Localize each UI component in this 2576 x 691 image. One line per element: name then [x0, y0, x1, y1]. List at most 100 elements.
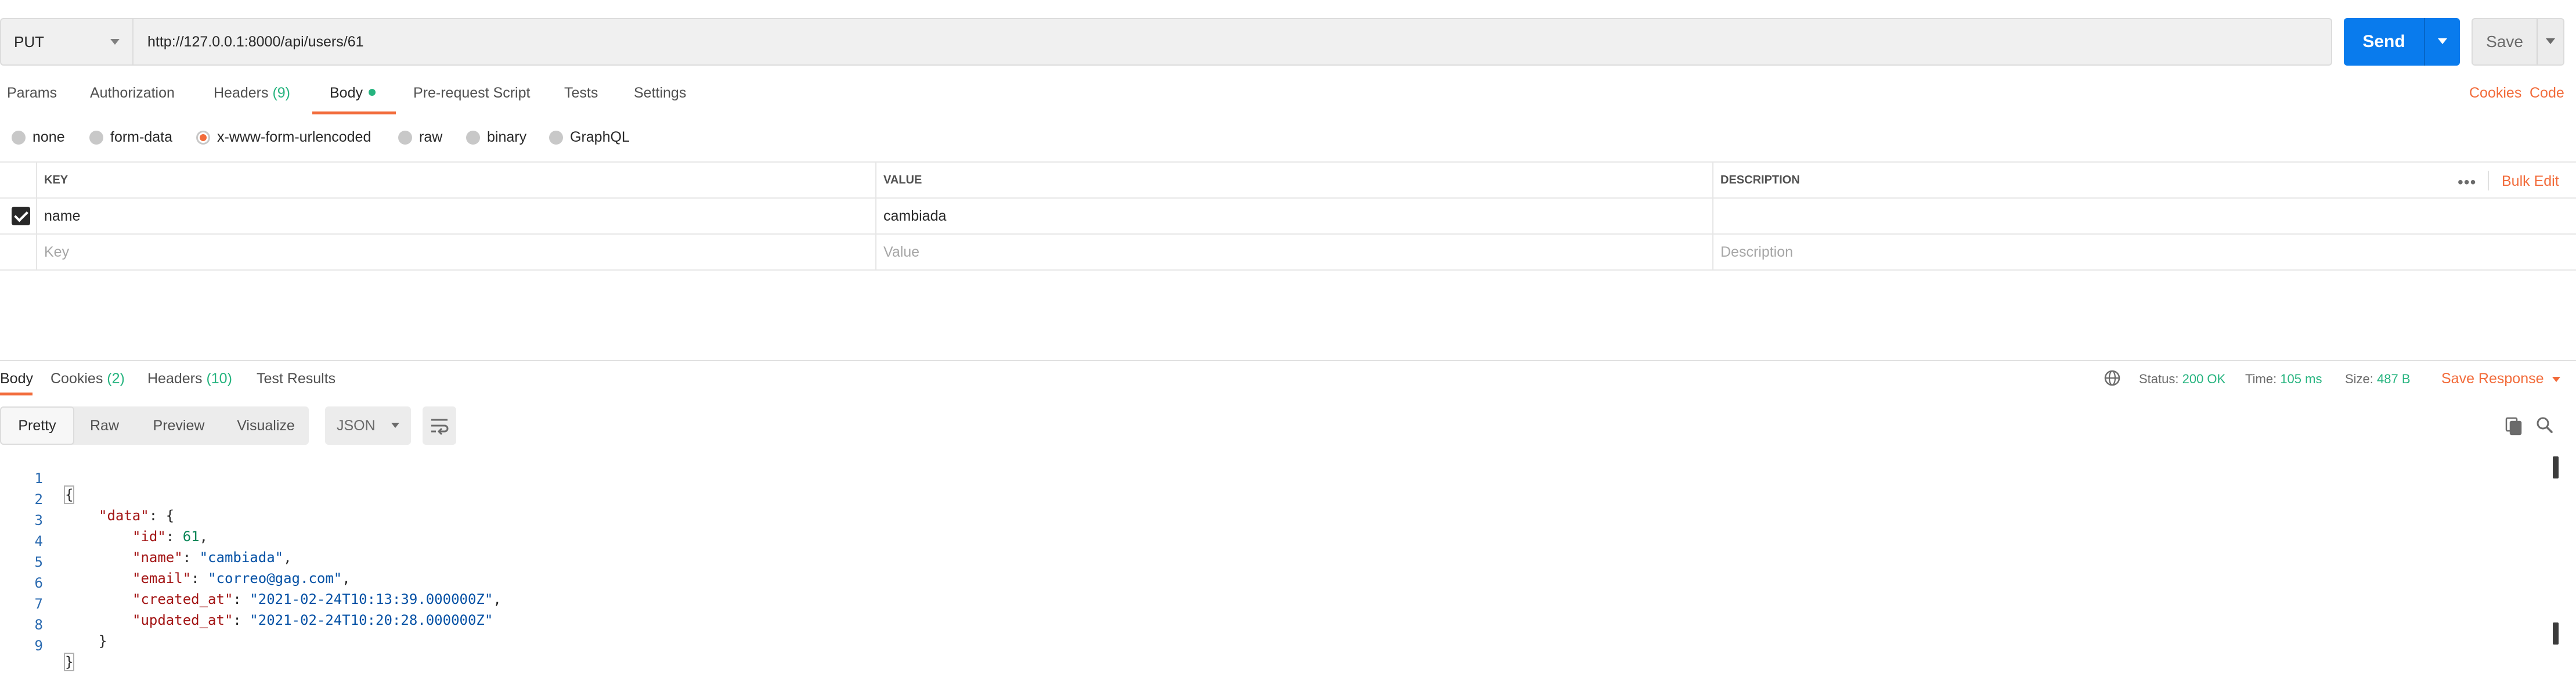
- column-header-value: VALUE: [875, 163, 1712, 197]
- send-options-chevron-icon[interactable]: [2425, 18, 2460, 66]
- response-view-toolbar: Pretty Raw Preview Visualize JSON: [0, 406, 2576, 447]
- column-header-key: KEY: [36, 163, 875, 197]
- row-enabled-checkbox[interactable]: [12, 207, 30, 225]
- response-tab-headers[interactable]: Headers (10): [147, 370, 232, 387]
- new-value-input[interactable]: Value: [875, 235, 1712, 269]
- save-options-chevron-icon[interactable]: [2538, 19, 2564, 64]
- more-options-icon[interactable]: •••: [2458, 173, 2476, 192]
- row-key-cell[interactable]: name: [36, 199, 875, 233]
- header-separator: [2488, 171, 2489, 190]
- wrap-lines-button[interactable]: [423, 406, 456, 445]
- tab-settings[interactable]: Settings: [634, 85, 686, 102]
- response-size: Size: 487 B: [2345, 372, 2411, 387]
- radio-unchecked-icon: [89, 130, 103, 145]
- time-label: Time:: [2245, 372, 2277, 386]
- row-value-cell[interactable]: cambiada: [875, 199, 1712, 233]
- tab-tests[interactable]: Tests: [564, 85, 598, 102]
- response-tab-headers-label: Headers: [147, 370, 203, 387]
- chevron-down-icon: [391, 423, 399, 428]
- body-type-selector: none form-data x-www-form-urlencoded raw…: [0, 127, 2576, 150]
- radio-form-data-label: form-data: [110, 129, 172, 145]
- send-button[interactable]: Send: [2344, 18, 2424, 66]
- body-modified-dot-icon: [368, 89, 376, 96]
- response-active-tab-indicator: [0, 393, 33, 395]
- tab-headers-label: Headers: [214, 85, 269, 101]
- chevron-down-icon: [110, 39, 120, 45]
- radio-graphql[interactable]: GraphQL: [549, 129, 630, 146]
- code-text: }: [63, 653, 75, 671]
- url-input[interactable]: http://127.0.0.1:8000/api/users/61: [132, 18, 2332, 66]
- radio-form-data[interactable]: form-data: [89, 129, 172, 146]
- response-tabs: Body Cookies (2) Headers (10) Test Resul…: [0, 360, 2576, 397]
- new-key-input[interactable]: Key: [36, 235, 875, 269]
- json-brace: }: [63, 653, 75, 671]
- response-tab-cookies[interactable]: Cookies (2): [50, 370, 125, 387]
- code-line: 9 }: [0, 621, 2554, 671]
- radio-raw-label: raw: [419, 129, 443, 145]
- view-preview-button[interactable]: Preview: [135, 406, 223, 445]
- format-value: JSON: [337, 417, 376, 434]
- method-value: PUT: [14, 33, 44, 51]
- tab-params[interactable]: Params: [7, 85, 57, 102]
- response-tab-body[interactable]: Body: [0, 370, 33, 387]
- copy-icon[interactable]: [2504, 416, 2524, 437]
- view-pretty-button[interactable]: Pretty: [0, 406, 74, 445]
- tab-headers[interactable]: Headers (9): [214, 85, 290, 102]
- new-description-input[interactable]: Description: [1712, 235, 2576, 269]
- radio-binary-label: binary: [487, 129, 527, 145]
- status-label: Status:: [2139, 372, 2179, 386]
- active-tab-indicator: [312, 111, 396, 114]
- save-button-group: Save: [2472, 18, 2564, 66]
- size-label: Size:: [2345, 372, 2373, 386]
- radio-urlencoded-label: x-www-form-urlencoded: [217, 129, 371, 145]
- tab-pre-request-script[interactable]: Pre-request Script: [413, 85, 530, 102]
- line-number: 9: [34, 638, 43, 654]
- radio-unchecked-icon: [12, 130, 26, 145]
- header-checkbox-cell: [0, 163, 36, 197]
- response-body-code[interactable]: 1 { 2 "data": { 3 "id": 61, 4 "name": "c…: [0, 454, 2576, 686]
- code-link[interactable]: Code: [2530, 85, 2564, 102]
- tab-authorization[interactable]: Authorization: [90, 85, 175, 102]
- scrollbar-thumb[interactable]: [2553, 622, 2559, 645]
- radio-raw[interactable]: raw: [398, 129, 442, 146]
- method-select[interactable]: PUT: [0, 18, 132, 66]
- view-mode-group: Pretty Raw Preview Visualize: [0, 406, 309, 445]
- time-value: 105 ms: [2280, 372, 2322, 386]
- chevron-down-icon: [2552, 376, 2560, 382]
- view-visualize-button[interactable]: Visualize: [223, 406, 309, 445]
- body-params-table: KEY VALUE DESCRIPTION ••• Bulk Edit name…: [0, 161, 2576, 271]
- tab-body[interactable]: Body: [330, 85, 376, 102]
- radio-unchecked-icon: [466, 130, 480, 145]
- format-select[interactable]: JSON: [325, 406, 411, 445]
- radio-x-www-form-urlencoded[interactable]: x-www-form-urlencoded: [196, 129, 371, 146]
- size-value: 487 B: [2377, 372, 2411, 386]
- send-button-group: Send: [2344, 18, 2460, 66]
- request-tabs: Params Authorization Headers (9) Body Pr…: [0, 81, 2576, 116]
- radio-unchecked-icon: [549, 130, 563, 145]
- radio-binary[interactable]: binary: [466, 129, 526, 146]
- cookies-link[interactable]: Cookies: [2469, 85, 2521, 102]
- code-line: 6 "created_at": "2021-02-24T10:13:39.000…: [0, 559, 2554, 607]
- save-response-button[interactable]: Save Response: [2441, 370, 2560, 387]
- radio-none[interactable]: none: [12, 129, 65, 146]
- scrollbar-thumb[interactable]: [2553, 456, 2559, 478]
- status-value: 200 OK: [2182, 372, 2226, 386]
- globe-icon[interactable]: [2102, 368, 2122, 388]
- radio-none-label: none: [33, 129, 65, 145]
- table-new-row: Key Value Description: [0, 235, 2576, 271]
- row-description-cell[interactable]: [1712, 199, 2576, 233]
- tab-body-label: Body: [330, 85, 363, 101]
- code-line: 1 {: [0, 454, 2554, 504]
- view-raw-button[interactable]: Raw: [74, 406, 135, 445]
- code-line: 4 "name": "cambiada",: [0, 517, 2554, 566]
- save-button[interactable]: Save: [2473, 19, 2537, 64]
- response-time: Time: 105 ms: [2245, 372, 2322, 387]
- radio-checked-icon: [196, 130, 210, 145]
- response-tab-cookies-label: Cookies: [50, 370, 103, 387]
- search-icon[interactable]: [2534, 415, 2555, 436]
- bulk-edit-link[interactable]: Bulk Edit: [2502, 173, 2559, 190]
- tab-headers-count: (9): [272, 85, 291, 101]
- table-row: name cambiada: [0, 199, 2576, 235]
- row-checkbox-cell: [0, 199, 36, 233]
- response-tab-test-results[interactable]: Test Results: [257, 370, 335, 387]
